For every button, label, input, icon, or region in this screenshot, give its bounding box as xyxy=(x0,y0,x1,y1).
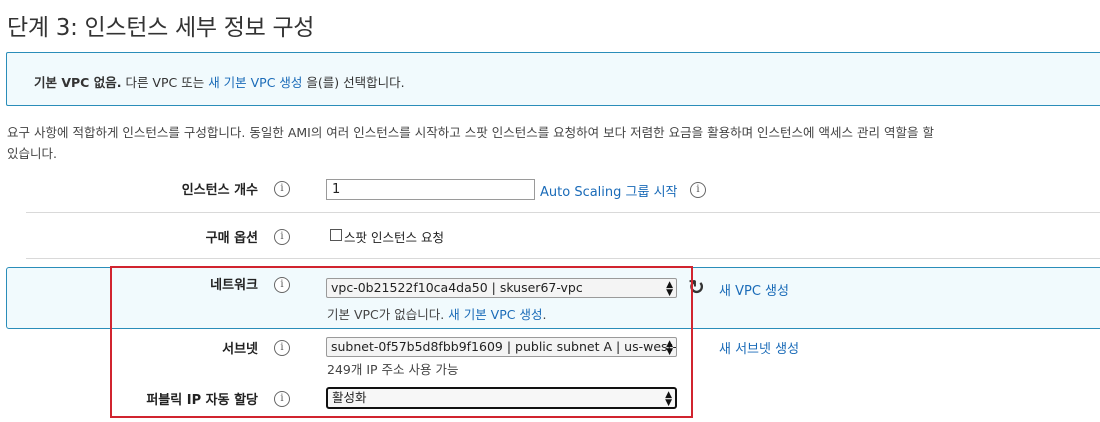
page-title: 단계 3: 인스턴스 세부 정보 구성 xyxy=(7,15,315,41)
description-line-1: 요구 사항에 적합하게 인스턴스를 구성합니다. 동일한 AMI의 여러 인스턴… xyxy=(7,125,934,140)
purchase-option-label: 구매 옵션 xyxy=(205,231,258,246)
instance-count-label: 인스턴스 개수 xyxy=(181,183,258,198)
alert-text-1: 다른 VPC 또는 xyxy=(121,75,209,90)
no-default-vpc-alert: 기본 VPC 없음. 다른 VPC 또는 새 기본 VPC 생성 을(를) 선택… xyxy=(6,52,1100,106)
create-subnet-link[interactable]: 새 서브넷 생성 xyxy=(719,338,799,357)
instance-count-input[interactable]: 1 xyxy=(326,179,535,200)
instance-count-info-icon[interactable]: i xyxy=(274,181,290,197)
purchase-option-info-icon[interactable]: i xyxy=(274,229,290,245)
page-description: 요구 사항에 적합하게 인스턴스를 구성합니다. 동일한 AMI의 여러 인스턴… xyxy=(7,122,1100,164)
create-default-vpc-link[interactable]: 새 기본 VPC 생성 xyxy=(208,75,302,90)
spot-request-checkbox[interactable] xyxy=(330,229,342,241)
divider xyxy=(26,258,1100,259)
alert-bold-text: 기본 VPC 없음. xyxy=(34,75,122,90)
spot-request-label[interactable]: 스팟 인스턴스 요청 xyxy=(344,227,444,246)
description-line-2: 있습니다. xyxy=(7,146,57,161)
auto-scaling-link[interactable]: Auto Scaling 그룹 시작 xyxy=(540,181,678,200)
highlight-annotation-box xyxy=(110,266,693,418)
divider xyxy=(26,212,1100,213)
alert-text-2: 을(를) 선택합니다. xyxy=(302,75,405,90)
create-vpc-link[interactable]: 새 VPC 생성 xyxy=(719,280,789,299)
alert-text: 기본 VPC 없음. 다른 VPC 또는 새 기본 VPC 생성 을(를) 선택… xyxy=(34,72,405,91)
auto-scaling-info-icon[interactable]: i xyxy=(690,182,706,198)
